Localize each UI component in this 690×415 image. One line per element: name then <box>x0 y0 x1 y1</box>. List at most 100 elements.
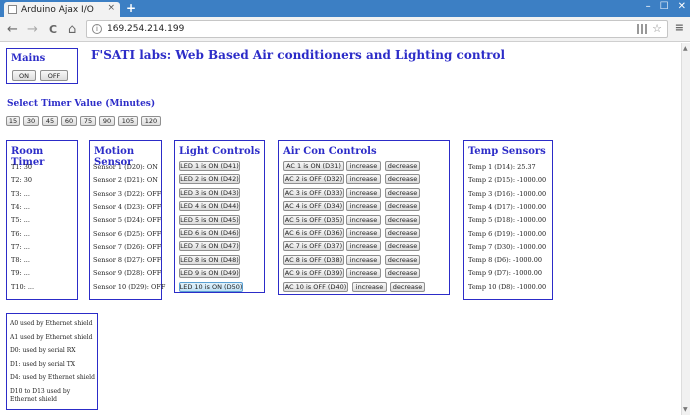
timer-button-15[interactable]: 15 <box>6 116 20 126</box>
page-scrollbar[interactable]: ▲ ▼ <box>681 43 690 415</box>
window-controls: – ☐ ✕ <box>646 1 686 12</box>
ac-5-decrease-button[interactable]: decrease <box>385 214 420 225</box>
led-6-button[interactable]: LED 6 is ON (D46) <box>179 228 240 238</box>
bookmark-star-icon[interactable]: ☆ <box>652 22 662 35</box>
mains-on-button[interactable]: ON <box>12 70 36 81</box>
ac-1-decrease-button[interactable]: decrease <box>385 161 420 171</box>
mains-title: Mains <box>11 53 46 64</box>
ac-10-increase-button[interactable]: increase <box>352 281 387 292</box>
led-8-button[interactable]: LED 8 is ON (D48) <box>179 254 240 265</box>
ac-9-button[interactable]: AC 9 is OFF (D39) <box>283 268 344 279</box>
address-bar[interactable]: i 169.254.214.199 ☆ <box>86 20 668 38</box>
room-timer-item: T2: 30 <box>11 176 32 185</box>
ac-3-increase-button[interactable]: increase <box>346 187 381 198</box>
led-3-button[interactable]: LED 3 is ON (D43) <box>179 187 240 198</box>
motion-sensor-item: Sensor 10 (D29): OFF <box>93 282 166 291</box>
led-4-button[interactable]: LED 4 is ON (D44) <box>179 201 240 212</box>
ac-6-button[interactable]: AC 6 is OFF (D36) <box>283 228 344 238</box>
motion-sensor-item: Sensor 6 (D25): OFF <box>93 229 162 238</box>
timer-button-120[interactable]: 120 <box>141 116 161 126</box>
room-timer-item: T1: 30 <box>11 163 32 171</box>
ac-4-increase-button[interactable]: increase <box>346 201 381 212</box>
new-tab-button[interactable]: + <box>126 1 136 15</box>
tab-bar: Arduino Ajax I/O × + – ☐ ✕ <box>0 0 690 17</box>
led-1-button[interactable]: LED 1 is ON (D41) <box>179 161 240 171</box>
led-7-button[interactable]: LED 7 is ON (D47) <box>179 241 240 252</box>
ac-10-decrease-button[interactable]: decrease <box>390 281 425 292</box>
ac-4-button[interactable]: AC 4 is OFF (D34) <box>283 201 344 212</box>
maximize-icon[interactable]: ☐ <box>660 1 669 12</box>
reload-icon[interactable]: C <box>49 23 57 36</box>
scroll-down-icon[interactable]: ▼ <box>683 406 688 413</box>
ac-9-decrease-button[interactable]: decrease <box>385 268 420 279</box>
pin-note: A0 used by Ethernet shield <box>10 320 93 327</box>
led-5-button[interactable]: LED 5 is ON (D45) <box>179 214 240 225</box>
browser-menu-icon[interactable]: ≡ <box>675 21 684 34</box>
room-timer-box: Room Timer T1: 30 T2: 30 T3: ... T4: ... T5:… <box>6 140 78 300</box>
close-window-icon[interactable]: ✕ <box>678 1 686 12</box>
ac-1-button[interactable]: AC 1 is ON (D31) <box>283 161 344 171</box>
pin-note: D4: used by Ethernet shield <box>10 374 95 382</box>
site-info-icon[interactable]: i <box>92 24 102 34</box>
motion-sensor-item: Sensor 1 (D20): ON <box>93 163 158 171</box>
timer-button-30[interactable]: 30 <box>23 116 39 126</box>
address-text: 169.254.214.199 <box>107 24 185 34</box>
temp-sensor-item: Temp 4 (D17): -1000.00 <box>468 202 547 211</box>
ac-8-decrease-button[interactable]: decrease <box>385 254 420 265</box>
timer-button-105[interactable]: 105 <box>118 116 138 126</box>
timer-button-90[interactable]: 90 <box>99 116 115 126</box>
scroll-up-icon[interactable]: ▲ <box>683 45 688 52</box>
ac-2-decrease-button[interactable]: decrease <box>385 174 420 185</box>
browser-toolbar: ← → C ⌂ i 169.254.214.199 ☆ <box>0 17 690 42</box>
motion-sensor-item: Sensor 3 (D22): OFF <box>93 189 162 198</box>
temp-sensor-item: Temp 2 (D15): -1000.00 <box>468 176 547 185</box>
ac-2-button[interactable]: AC 2 is OFF (D32) <box>283 174 344 185</box>
mains-off-button[interactable]: OFF <box>40 70 68 81</box>
ac-10-button[interactable]: AC 10 is OFF (D40) <box>283 281 348 292</box>
timer-button-75[interactable]: 75 <box>80 116 96 126</box>
ac-7-button[interactable]: AC 7 is OFF (D37) <box>283 241 344 252</box>
ac-1-increase-button[interactable]: increase <box>346 161 381 171</box>
ac-3-decrease-button[interactable]: decrease <box>385 187 420 198</box>
led-10-button[interactable]: LED 10 is ON (D50) <box>179 281 243 292</box>
pin-notes-box: A0 used by Ethernet shield A1 used by Eth… <box>6 313 98 410</box>
timer-title: Select Timer Value (Minutes) <box>7 99 156 109</box>
room-timer-item: T7: ... <box>11 242 30 251</box>
tab-arduino-ajax[interactable]: Arduino Ajax I/O × <box>4 2 120 17</box>
timer-button-45[interactable]: 45 <box>42 116 58 126</box>
close-tab-icon[interactable]: × <box>107 3 115 13</box>
ac-8-increase-button[interactable]: increase <box>346 254 381 265</box>
room-timer-item: T9: ... <box>11 269 30 278</box>
motion-sensor-item: Sensor 2 (D21): ON <box>93 176 158 185</box>
apps-grid-icon[interactable] <box>637 24 647 34</box>
led-9-button[interactable]: LED 9 is ON (D49) <box>179 268 240 279</box>
motion-sensor-item: Sensor 8 (D27): OFF <box>93 256 162 265</box>
minimize-icon[interactable]: – <box>646 1 651 12</box>
ac-3-button[interactable]: AC 3 is OFF (D33) <box>283 187 344 198</box>
timer-button-60[interactable]: 60 <box>61 116 77 126</box>
ac-5-increase-button[interactable]: increase <box>346 214 381 225</box>
ac-2-increase-button[interactable]: increase <box>346 174 381 185</box>
temp-sensor-item: Temp 6 (D19): -1000.00 <box>468 229 547 238</box>
back-icon[interactable]: ← <box>7 22 18 37</box>
pin-note: A1 used by Ethernet shield <box>10 333 93 341</box>
ac-6-increase-button[interactable]: increase <box>346 228 381 238</box>
ac-5-button[interactable]: AC 5 is OFF (D35) <box>283 214 344 225</box>
temp-sensor-item: Temp 9 (D7): -1000.00 <box>468 269 543 278</box>
home-icon[interactable]: ⌂ <box>68 22 76 37</box>
mains-box: Mains ON OFF <box>6 48 78 84</box>
room-timer-item: T4: ... <box>11 202 30 211</box>
ac-6-decrease-button[interactable]: decrease <box>385 228 420 238</box>
room-timer-item: T6: ... <box>11 229 30 238</box>
ac-4-decrease-button[interactable]: decrease <box>385 201 420 212</box>
temp-sensors-title: Temp Sensors <box>468 146 546 157</box>
room-timer-item: T5: ... <box>11 216 30 225</box>
room-timer-item: T3: ... <box>11 189 30 198</box>
led-2-button[interactable]: LED 2 is ON (D42) <box>179 174 240 185</box>
ac-9-increase-button[interactable]: increase <box>346 268 381 279</box>
ac-7-decrease-button[interactable]: decrease <box>385 241 420 252</box>
temp-sensor-item: Temp 7 (D30): -1000.00 <box>468 242 547 251</box>
ac-7-increase-button[interactable]: increase <box>346 241 381 252</box>
ac-8-button[interactable]: AC 8 is OFF (D38) <box>283 254 344 265</box>
forward-icon[interactable]: → <box>27 22 38 37</box>
